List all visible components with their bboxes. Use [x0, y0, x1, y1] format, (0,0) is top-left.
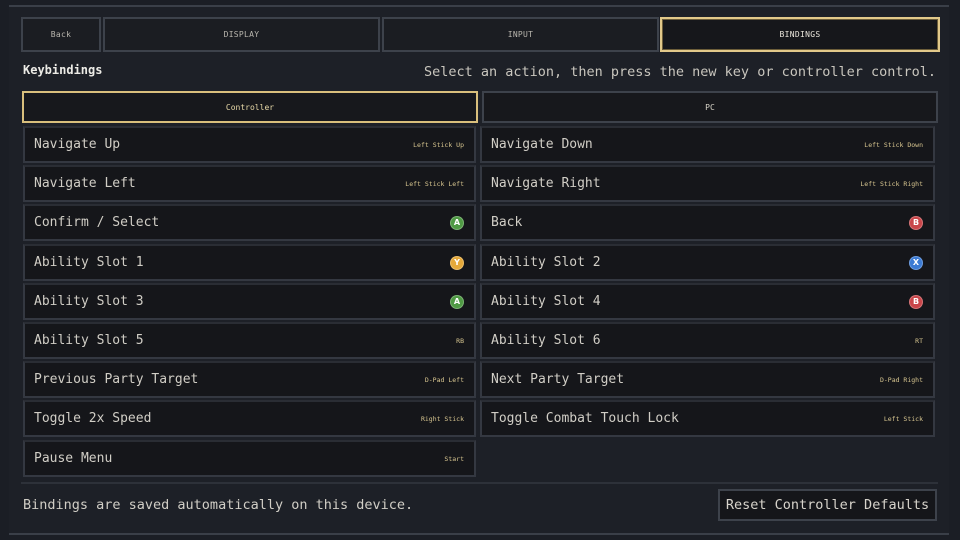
binding-row[interactable]: Navigate Down Left Stick Down: [480, 126, 935, 163]
instruction-text: Select an action, then press the new key…: [423, 64, 936, 80]
back-button[interactable]: Back: [21, 17, 101, 52]
binding-row[interactable]: Back B: [480, 204, 935, 241]
binding-row[interactable]: Navigate Left Left Stick Left: [23, 165, 476, 202]
binding-row[interactable]: Confirm / Select A: [23, 204, 476, 241]
binding-action-label: Ability Slot 1: [34, 255, 144, 270]
binding-row[interactable]: Next Party Target D-Pad Right: [480, 361, 935, 398]
section-title: Keybindings: [23, 63, 103, 77]
binding-row[interactable]: Toggle Combat Touch Lock Left Stick: [480, 400, 935, 437]
binding-row[interactable]: Previous Party Target D-Pad Left: [23, 361, 476, 398]
binding-value: RB: [456, 336, 464, 345]
binding-value: D-Pad Right: [879, 375, 923, 384]
binding-row[interactable]: Ability Slot 6 RT: [480, 322, 935, 359]
binding-action-label: Navigate Left: [34, 176, 136, 191]
binding-value: RT: [915, 336, 923, 345]
binding-row[interactable]: Navigate Right Left Stick Right: [480, 165, 935, 202]
binding-value: Start: [444, 454, 464, 463]
controller-a-button-icon: A: [450, 294, 464, 309]
binding-row[interactable]: Toggle 2x Speed Right Stick: [23, 400, 476, 437]
binding-action-label: Confirm / Select: [34, 215, 160, 230]
binding-action-label: Pause Menu: [34, 451, 113, 466]
binding-action-label: Back: [491, 215, 523, 230]
binding-action-label: Toggle Combat Touch Lock: [491, 411, 679, 426]
tab-bindings[interactable]: BINDINGS: [660, 17, 940, 52]
binding-action-label: Next Party Target: [491, 372, 625, 387]
binding-action-label: Ability Slot 4: [491, 294, 601, 309]
controller-b-button-icon: B: [909, 215, 923, 230]
footer-divider: [21, 482, 938, 484]
binding-action-label: Ability Slot 5: [34, 333, 144, 348]
binding-row[interactable]: Ability Slot 3 A: [23, 283, 476, 320]
binding-action-label: Ability Slot 6: [491, 333, 601, 348]
controller-b-button-icon: B: [909, 294, 923, 309]
binding-row[interactable]: Pause Menu Start: [23, 440, 476, 477]
reset-controller-defaults-button[interactable]: Reset Controller Defaults: [718, 489, 937, 521]
binding-action-label: Navigate Down: [491, 137, 593, 152]
controller-a-button-icon: A: [450, 215, 464, 230]
binding-row[interactable]: Navigate Up Left Stick Up: [23, 126, 476, 163]
tab-input[interactable]: INPUT: [382, 17, 659, 52]
binding-action-label: Ability Slot 2: [491, 255, 601, 270]
tab-pc[interactable]: PC: [482, 91, 938, 123]
binding-row[interactable]: Ability Slot 4 B: [480, 283, 935, 320]
binding-action-label: Navigate Up: [34, 137, 121, 152]
binding-row[interactable]: Ability Slot 2 X: [480, 244, 935, 281]
binding-action-label: Ability Slot 3: [34, 294, 144, 309]
tab-controller[interactable]: Controller: [22, 91, 478, 123]
tab-display[interactable]: DISPLAY: [103, 17, 380, 52]
binding-action-label: Navigate Right: [491, 176, 601, 191]
binding-row[interactable]: Ability Slot 5 RB: [23, 322, 476, 359]
binding-value: Left Stick Down: [864, 140, 923, 149]
controller-x-button-icon: X: [909, 255, 923, 270]
binding-action-label: Previous Party Target: [34, 372, 199, 387]
binding-value: Left Stick Right: [860, 179, 923, 188]
binding-value: Left Stick Up: [413, 140, 464, 149]
binding-value: Left Stick: [883, 414, 923, 423]
binding-value: D-Pad Left: [424, 375, 464, 384]
save-note: Bindings are saved automatically on this…: [23, 497, 414, 513]
controller-y-button-icon: Y: [450, 255, 464, 270]
binding-value: Left Stick Left: [405, 179, 464, 188]
binding-row[interactable]: Ability Slot 1 Y: [23, 244, 476, 281]
binding-action-label: Toggle 2x Speed: [34, 411, 152, 426]
binding-value: Right Stick: [420, 414, 464, 423]
